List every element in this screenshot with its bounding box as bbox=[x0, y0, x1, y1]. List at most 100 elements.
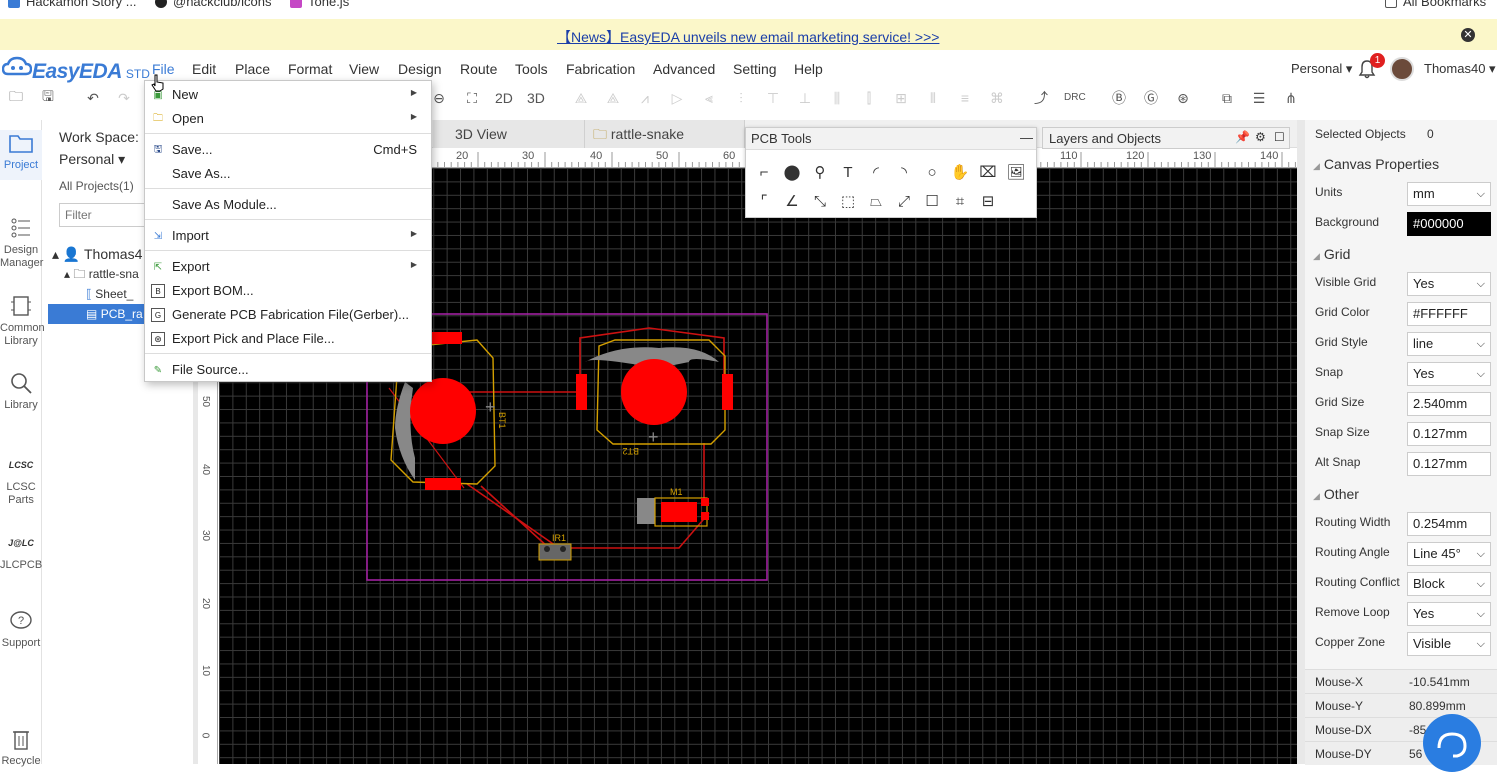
menu-item-pick-place[interactable]: ⊛ Export Pick and Place File... bbox=[145, 327, 431, 351]
menu-item-save-as[interactable]: Save As... bbox=[145, 162, 431, 186]
dimension-tool-icon[interactable]: ⤢ bbox=[892, 189, 916, 213]
grid-style-select[interactable]: line ⌵ bbox=[1407, 332, 1491, 356]
menu-item-save-as-module[interactable]: Save As Module... bbox=[145, 193, 431, 217]
select-tool-icon[interactable]: ⬚ bbox=[836, 189, 860, 213]
app-logo[interactable]: EasyEDA STD bbox=[2, 56, 150, 84]
units-select[interactable]: mm ⌵ bbox=[1407, 182, 1491, 206]
grid-icon[interactable]: ⊞ bbox=[890, 87, 912, 109]
menu-item-export[interactable]: ⇱ Export ▶ bbox=[145, 255, 431, 279]
copper-zone-select[interactable]: Visible ⌵ bbox=[1407, 632, 1491, 656]
hand-tool-icon[interactable]: ✋ bbox=[948, 160, 972, 184]
line-tool-icon[interactable]: ⌜ bbox=[752, 189, 776, 213]
visible-grid-select[interactable]: Yes ⌵ bbox=[1407, 272, 1491, 296]
all-bookmarks[interactable]: All Bookmarks bbox=[1385, 0, 1486, 9]
alt-snap-input[interactable]: 0.127mm bbox=[1407, 452, 1491, 476]
menu-item-open[interactable]: 🗀 Open ▶ bbox=[145, 107, 431, 131]
angle-tool-icon[interactable]: ∠ bbox=[780, 189, 804, 213]
menu-item-export-bom[interactable]: B Export BOM... bbox=[145, 279, 431, 303]
user-menu[interactable]: Thomas40 ▾ bbox=[1424, 61, 1496, 77]
menu-item-save[interactable]: 🖫 Save... Cmd+S bbox=[145, 138, 431, 162]
tab-3d-view[interactable]: 3D View bbox=[433, 120, 585, 148]
chat-bubble-button[interactable] bbox=[1423, 714, 1481, 772]
pick-place-icon[interactable]: ⊛ bbox=[1172, 87, 1194, 109]
nav-recycle[interactable]: Recycle bbox=[0, 726, 42, 768]
panel-splitter[interactable] bbox=[1297, 120, 1305, 764]
menu-help[interactable]: Help bbox=[794, 61, 823, 77]
nav-project[interactable]: Project bbox=[0, 130, 42, 180]
menu-advanced[interactable]: Advanced bbox=[653, 61, 715, 77]
menu-fabrication[interactable]: Fabrication bbox=[566, 61, 635, 77]
arc2-tool-icon[interactable]: ◝ bbox=[892, 160, 916, 184]
align-icon[interactable]: ⟁ bbox=[602, 87, 624, 109]
grid-color-input[interactable]: #FFFFFF bbox=[1407, 302, 1491, 326]
via-tool-icon[interactable]: ⚲ bbox=[808, 160, 832, 184]
snap-select[interactable]: Yes ⌵ bbox=[1407, 362, 1491, 386]
image-tool-icon[interactable]: 🖼 bbox=[1004, 160, 1028, 184]
menu-view[interactable]: View bbox=[349, 61, 379, 77]
workspace-dropdown[interactable]: Personal ▾ bbox=[59, 151, 125, 168]
rect-tool-icon[interactable]: ☐ bbox=[920, 189, 944, 213]
grid-size-input[interactable]: 2.540mm bbox=[1407, 392, 1491, 416]
all-projects-label[interactable]: All Projects(1) bbox=[59, 179, 134, 193]
menu-format[interactable]: Format bbox=[288, 61, 332, 77]
nav-support[interactable]: ? Support bbox=[0, 608, 42, 650]
view-3d-button[interactable]: 3D bbox=[527, 90, 545, 106]
distribute-icon[interactable]: ≡ bbox=[954, 87, 976, 109]
nav-design-manager[interactable]: Design Manager bbox=[0, 215, 43, 270]
menu-place[interactable]: Place bbox=[235, 61, 270, 77]
undo-icon[interactable]: ↶ bbox=[82, 87, 104, 109]
menu-setting[interactable]: Setting bbox=[733, 61, 777, 77]
remove-loop-select[interactable]: Yes ⌵ bbox=[1407, 602, 1491, 626]
copper-area-tool-icon[interactable]: ⌗ bbox=[948, 189, 972, 213]
menu-route[interactable]: Route bbox=[460, 61, 497, 77]
view-2d-button[interactable]: 2D bbox=[495, 90, 513, 106]
tree-schematic[interactable]: ⟦ Sheet_ bbox=[86, 284, 133, 304]
menu-item-new[interactable]: ▣ New ▶ bbox=[145, 83, 431, 107]
solder-mask-tool-icon[interactable]: ⊟ bbox=[976, 189, 1000, 213]
tab-rattle-snake[interactable]: 🗀 rattle-snake bbox=[585, 120, 745, 148]
open-folder-icon[interactable]: 🗀 bbox=[5, 87, 27, 109]
redo-icon[interactable]: ↷ bbox=[113, 87, 135, 109]
maximize-icon[interactable]: ☐ bbox=[1274, 130, 1285, 144]
arc-tool-icon[interactable]: ◜ bbox=[864, 160, 888, 184]
menu-item-gerber[interactable]: G Generate PCB Fabrication File(Gerber)..… bbox=[145, 303, 431, 327]
align-icon[interactable]: ⫷ bbox=[698, 87, 720, 109]
routing-width-input[interactable]: 0.254mm bbox=[1407, 512, 1491, 536]
menu-item-import[interactable]: ⇲ Import ▶ bbox=[145, 224, 431, 248]
track-tool-icon[interactable]: ⌐ bbox=[752, 160, 776, 184]
grid-section[interactable]: ◢ Grid bbox=[1313, 246, 1350, 262]
group-icon[interactable]: ⌘ bbox=[986, 87, 1008, 109]
drc-button[interactable]: DRC bbox=[1064, 92, 1086, 103]
nav-lcsc-parts[interactable]: LCSC LCSC Parts bbox=[0, 452, 42, 507]
align-left-icon[interactable]: ▷ bbox=[666, 87, 688, 109]
menu-tools[interactable]: Tools bbox=[515, 61, 548, 77]
align-icon[interactable]: ⫶ bbox=[730, 87, 752, 109]
circle-tool-icon[interactable]: ○ bbox=[920, 160, 944, 184]
share-icon[interactable]: ⋔ bbox=[1280, 87, 1302, 109]
gerber-icon[interactable]: Ⓖ bbox=[1140, 87, 1162, 109]
align-bottom-icon[interactable]: ⊥ bbox=[794, 87, 816, 109]
other-section[interactable]: ◢ Other bbox=[1313, 486, 1359, 502]
connect-tool-icon[interactable]: ⤡ bbox=[808, 189, 832, 213]
menu-edit[interactable]: Edit bbox=[192, 61, 216, 77]
tree-project[interactable]: ▴ 🗀 rattle-sna bbox=[64, 264, 139, 284]
menu-design[interactable]: Design bbox=[398, 61, 442, 77]
canvas-properties-section[interactable]: ◢ Canvas Properties bbox=[1313, 156, 1439, 172]
bookmark-item[interactable]: Hackamon Story ... bbox=[8, 0, 137, 9]
bookmark-item[interactable]: @hackclub/icons bbox=[155, 0, 271, 9]
close-icon[interactable]: ✕ bbox=[1461, 28, 1475, 42]
distribute-icon[interactable]: ⫼ bbox=[826, 87, 848, 109]
distribute-icon[interactable]: ⫴ bbox=[922, 87, 944, 109]
text-tool-icon[interactable]: T bbox=[836, 160, 860, 184]
flip-icon[interactable]: ⩘ bbox=[634, 87, 656, 109]
tree-user[interactable]: ▴ 👤 Thomas4 bbox=[52, 244, 142, 264]
save-icon[interactable]: 🖫 bbox=[37, 87, 59, 109]
snap-size-input[interactable]: 0.127mm bbox=[1407, 422, 1491, 446]
distribute-icon[interactable]: ⫿ bbox=[858, 87, 880, 109]
news-link[interactable]: 【News】EasyEDA unveils new email marketin… bbox=[557, 27, 939, 47]
gear-icon[interactable]: ⚙ bbox=[1255, 130, 1266, 144]
bom-icon[interactable]: Ⓑ bbox=[1108, 87, 1130, 109]
minimize-icon[interactable]: — bbox=[1020, 130, 1033, 145]
nav-library[interactable]: Library bbox=[0, 370, 42, 412]
fit-view-icon[interactable]: ⛶ bbox=[461, 87, 483, 109]
